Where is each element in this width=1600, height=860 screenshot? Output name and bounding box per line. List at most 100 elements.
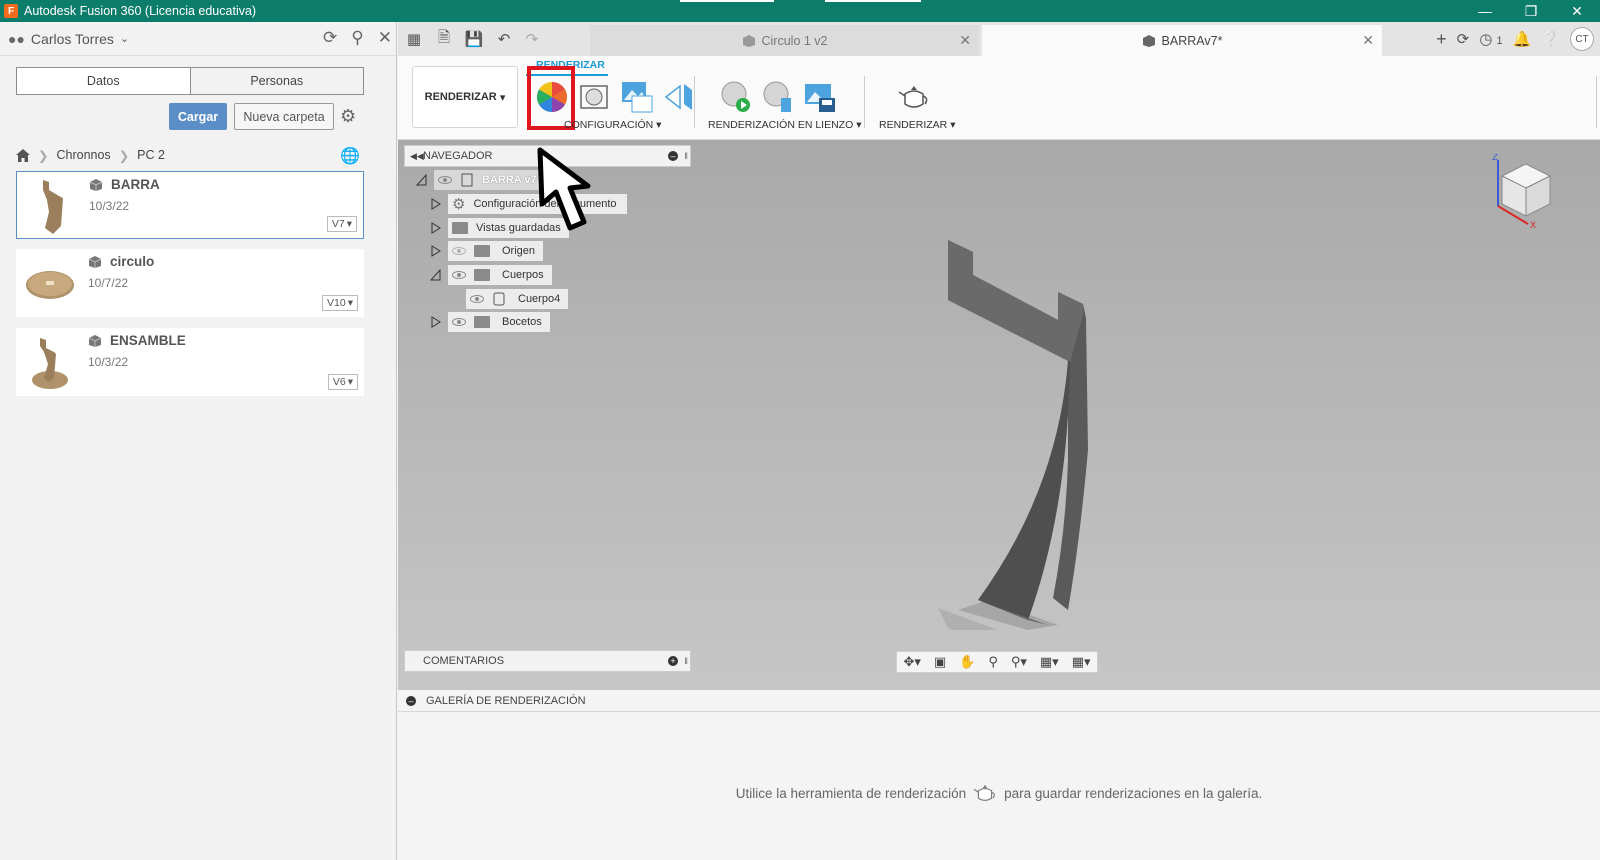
comments-header[interactable]: COMENTARIOS + ‖: [404, 650, 691, 672]
close-window-button[interactable]: ✕: [1554, 0, 1600, 22]
title-bar: F Autodesk Fusion 360 (Licencia educativ…: [0, 0, 1600, 22]
search-icon[interactable]: ⚲: [351, 28, 363, 48]
cursor-arrow-icon: [537, 147, 591, 231]
design-cube-icon: [742, 34, 755, 47]
triangle-collapsed-icon[interactable]: [430, 245, 442, 257]
new-tab-icon[interactable]: +: [1436, 29, 1447, 50]
design-cube-icon: [1142, 34, 1155, 47]
eye-icon[interactable]: [470, 295, 484, 303]
collapse-double-arrow-icon[interactable]: ◀◀: [410, 151, 424, 162]
model-barra: [938, 240, 1088, 630]
minimize-button[interactable]: —: [1462, 0, 1508, 22]
dropdown-arrow-icon: ▾: [656, 119, 662, 131]
nueva-carpeta-button[interactable]: Nueva carpeta: [234, 103, 334, 130]
titlebar-accent-line: [825, 0, 921, 2]
file-card-ensamble[interactable]: ENSAMBLE 10/3/22 V6 ▾: [16, 328, 364, 396]
minus-circle-icon[interactable]: –: [668, 151, 678, 161]
render-teapot-icon: [973, 784, 995, 801]
home-icon[interactable]: [16, 148, 30, 162]
grid-settings-icon[interactable]: ▦▾: [1072, 654, 1091, 670]
triangle-expanded-icon[interactable]: [430, 269, 442, 281]
configuracion-group-label[interactable]: CONFIGURACIÓN ▾: [564, 119, 661, 131]
user-name[interactable]: Carlos Torres: [31, 31, 114, 47]
refresh-icon[interactable]: ⟳: [323, 28, 337, 48]
file-name: ENSAMBLE: [110, 333, 186, 348]
dropdown-arrow-icon: ▾: [499, 91, 506, 104]
version-dropdown[interactable]: V7 ▾: [326, 216, 357, 232]
axis-z-label: Z: [1492, 154, 1498, 163]
eye-icon[interactable]: [452, 271, 466, 279]
version-dropdown[interactable]: V10 ▾: [322, 295, 358, 311]
minus-circle-icon[interactable]: –: [406, 695, 416, 706]
version-dropdown[interactable]: V6 ▾: [327, 374, 358, 390]
avatar[interactable]: CT: [1570, 27, 1594, 51]
triangle-collapsed-icon[interactable]: [430, 316, 442, 328]
triangle-collapsed-icon[interactable]: [430, 222, 442, 234]
3d-viewport[interactable]: Z X ◀◀ NAVEGADOR – ‖ BARRA v7 ☉ ⚙ Config…: [398, 140, 1600, 690]
redo-icon[interactable]: ↷: [520, 27, 544, 51]
in-canvas-render-icon[interactable]: [719, 80, 753, 114]
design-cube-icon: [89, 179, 103, 191]
cargar-button[interactable]: Cargar: [169, 103, 227, 130]
eye-icon[interactable]: [438, 176, 452, 184]
design-cube-icon: [88, 335, 102, 347]
undo-icon[interactable]: ↶: [492, 27, 516, 51]
file-card-circulo[interactable]: circulo 10/7/22 V10 ▾: [16, 249, 364, 317]
file-date: 10/3/22: [89, 199, 130, 213]
tree-item-bocetos[interactable]: Bocetos: [430, 312, 550, 332]
gear-icon[interactable]: ⚙: [340, 106, 356, 127]
viewcube[interactable]: Z X: [1488, 154, 1558, 228]
triangle-collapsed-icon[interactable]: [430, 198, 442, 210]
close-icon[interactable]: ✕: [378, 28, 392, 48]
eye-icon[interactable]: [452, 318, 466, 326]
chevron-down-icon[interactable]: ⌄: [120, 32, 129, 45]
tab-circulo[interactable]: Circulo 1 v2 ✕: [590, 25, 979, 56]
tree-item-cuerpo4[interactable]: Cuerpo4: [466, 289, 569, 309]
tab-datos[interactable]: Datos: [17, 68, 190, 94]
pan-hand-icon[interactable]: ✋: [959, 654, 975, 670]
data-tabs: Datos Personas: [16, 67, 364, 95]
tab-personas[interactable]: Personas: [189, 68, 363, 94]
file-card-barra[interactable]: BARRA 10/3/22 V7 ▾: [16, 171, 364, 239]
in-canvas-render-settings-icon[interactable]: [761, 80, 795, 114]
tab-barra[interactable]: BARRAv7* ✕: [982, 25, 1382, 56]
texture-map-icon[interactable]: [662, 80, 696, 114]
grid-menu-icon[interactable]: ▦: [402, 27, 426, 51]
help-icon[interactable]: ❔: [1541, 30, 1560, 48]
file-menu-icon[interactable]: 🗎: [432, 27, 456, 51]
save-icon[interactable]: 💾: [462, 27, 486, 51]
workspace-switcher[interactable]: RENDERIZAR ▾: [412, 66, 518, 128]
gallery-header[interactable]: – GALERÍA DE RENDERIZACIÓN: [398, 690, 1600, 712]
tree-item-cuerpos[interactable]: Cuerpos: [430, 265, 552, 285]
panel-grip-icon[interactable]: ‖: [684, 151, 688, 161]
axis-x-label: X: [1530, 221, 1536, 228]
breadcrumb-item[interactable]: Chronnos: [56, 148, 110, 162]
renderizar-group-label[interactable]: RENDERIZAR ▾: [879, 119, 955, 131]
chevron-right-icon: ❯: [118, 148, 130, 163]
zoom-icon[interactable]: ⚲: [988, 654, 998, 670]
extensions-icon[interactable]: ⟳: [1457, 30, 1470, 48]
orbit-icon[interactable]: ✥▾: [903, 654, 920, 670]
job-status-icon[interactable]: ◷ 1: [1479, 30, 1502, 48]
close-tab-icon[interactable]: ✕: [1362, 32, 1374, 49]
folder-icon: [474, 269, 490, 281]
scene-settings-icon[interactable]: [578, 80, 612, 114]
renderizacion-lienzo-group-label[interactable]: RENDERIZACIÓN EN LIENZO ▾: [708, 119, 861, 131]
breadcrumb-item[interactable]: PC 2: [137, 148, 165, 162]
ribbon-separator: [864, 76, 865, 128]
tree-item-origen[interactable]: Origen: [430, 241, 544, 261]
eye-hidden-icon[interactable]: [452, 247, 466, 255]
close-tab-icon[interactable]: ✕: [959, 32, 971, 49]
display-settings-icon[interactable]: ▦▾: [1040, 654, 1059, 670]
fit-zoom-icon[interactable]: ⚲▾: [1011, 654, 1027, 670]
triangle-expanded-icon[interactable]: [416, 174, 428, 186]
render-teapot-icon[interactable]: [897, 80, 931, 114]
capture-image-icon[interactable]: [803, 80, 837, 114]
panel-grip-icon[interactable]: ‖: [684, 656, 688, 666]
environment-library-icon[interactable]: [620, 80, 654, 114]
globe-icon[interactable]: 🌐: [340, 146, 360, 166]
notifications-icon[interactable]: 🔔: [1513, 30, 1532, 48]
plus-circle-icon[interactable]: +: [668, 656, 678, 666]
look-at-icon[interactable]: ▣: [934, 654, 946, 670]
restore-button[interactable]: ❐: [1508, 0, 1554, 22]
